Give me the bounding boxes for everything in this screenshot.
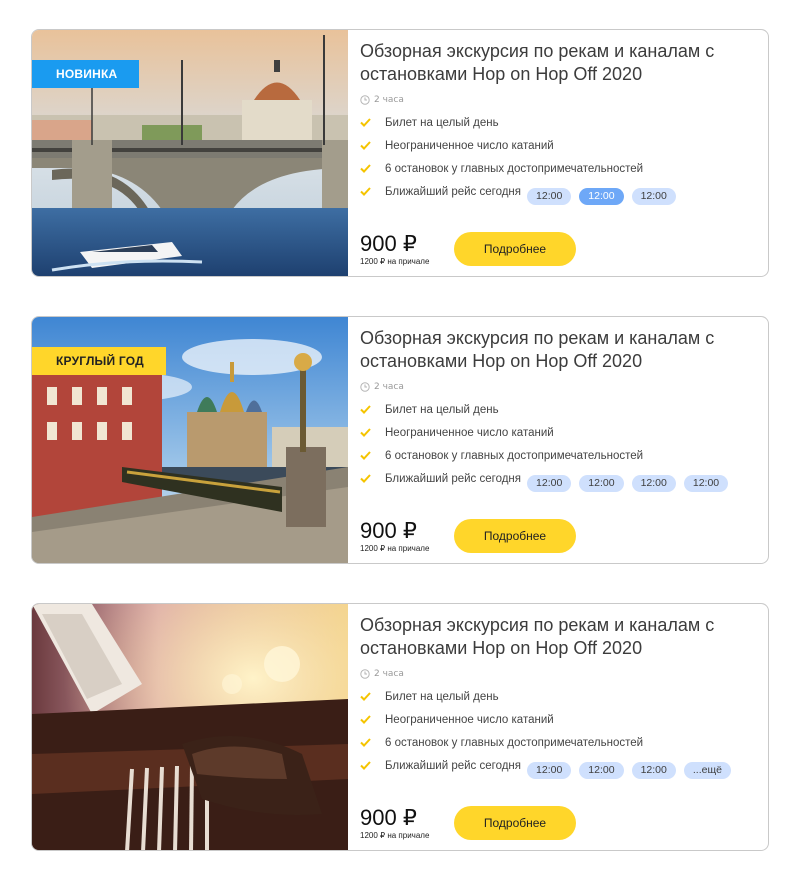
feature-item: 6 остановок у главных достопримечательно…: [360, 157, 758, 180]
feature-label: Билет на целый день: [385, 403, 499, 416]
details-button[interactable]: Подробнее: [454, 519, 576, 553]
price: 900 ₽: [360, 518, 417, 543]
feature-label: Билет на целый день: [385, 116, 499, 129]
tour-title[interactable]: Обзорная экскурсия по рекам и каналам с …: [360, 40, 740, 86]
duration: 2 часа: [360, 381, 758, 393]
check-icon: [360, 187, 371, 196]
feature-item: Билет на целый день: [360, 398, 758, 421]
duration-label: 2 часа: [374, 95, 404, 105]
check-icon: [360, 761, 371, 770]
details-button[interactable]: Подробнее: [454, 232, 576, 266]
check-icon: [360, 692, 371, 701]
tour-card[interactable]: КРУГЛЫЙ ГОД Обзорная экскурсия по рекам …: [31, 316, 769, 564]
time-slot[interactable]: 12:00: [631, 475, 676, 492]
feature-item: 6 остановок у главных достопримечательно…: [360, 444, 758, 467]
pier-price-note: 1200 ₽ на причале: [360, 831, 430, 840]
feature-label: Билет на целый день: [385, 690, 499, 703]
pier-price-note: 1200 ₽ на причале: [360, 257, 430, 266]
duration: 2 часа: [360, 668, 758, 680]
check-icon: [360, 118, 371, 127]
duration: 2 часа: [360, 94, 758, 106]
time-slot[interactable]: 12:00: [579, 475, 624, 492]
pier-price-note: 1200 ₽ на причале: [360, 544, 430, 553]
feature-label: Неограниченное число катаний: [385, 713, 554, 726]
feature-item: Ближайший рейс сегодня 12:00 12:00 12:00…: [360, 467, 758, 492]
departure-slots: 12:00 12:00 12:00 ...ещё: [527, 762, 739, 779]
price: 900 ₽: [360, 805, 417, 830]
duration-label: 2 часа: [374, 382, 404, 392]
duration-label: 2 часа: [374, 669, 404, 679]
departure-slots: 12:00 12:00 12:00: [527, 188, 684, 205]
check-icon: [360, 738, 371, 747]
clock-icon: [360, 95, 370, 105]
departure-slots: 12:00 12:00 12:00 12:00: [527, 475, 736, 492]
check-icon: [360, 451, 371, 460]
time-slot[interactable]: 12:00: [579, 762, 624, 779]
tour-image[interactable]: КРУГЛЫЙ ГОД: [32, 317, 348, 563]
feature-item: Ближайший рейс сегодня 12:00 12:00 12:00: [360, 180, 758, 205]
feature-label: 6 остановок у главных достопримечательно…: [385, 449, 644, 462]
check-icon: [360, 164, 371, 173]
feature-label: Неограниченное число катаний: [385, 139, 554, 152]
time-slot[interactable]: 12:00: [683, 475, 729, 492]
feature-item: 6 остановок у главных достопримечательно…: [360, 731, 758, 754]
time-slot[interactable]: 12:00: [631, 762, 676, 779]
tour-card[interactable]: Обзорная экскурсия по рекам и каналам с …: [31, 603, 769, 851]
details-button[interactable]: Подробнее: [454, 806, 576, 840]
feature-item: Билет на целый день: [360, 685, 758, 708]
tour-card[interactable]: НОВИНКА Обзорная экскурсия по рекам и ка…: [31, 29, 769, 277]
tour-title[interactable]: Обзорная экскурсия по рекам и каналам с …: [360, 327, 740, 373]
badge-all-year: КРУГЛЫЙ ГОД: [32, 347, 166, 375]
feature-label: Ближайший рейс сегодня: [385, 472, 522, 485]
badge-new: НОВИНКА: [32, 60, 140, 88]
time-slot[interactable]: 12:00: [527, 188, 572, 205]
time-slot[interactable]: 12:00: [631, 188, 676, 205]
more-slots-button[interactable]: ...ещё: [683, 762, 731, 779]
feature-item: Неограниченное число катаний: [360, 421, 758, 444]
feature-label: 6 остановок у главных достопримечательно…: [385, 162, 644, 175]
price: 900 ₽: [360, 231, 417, 256]
check-icon: [360, 405, 371, 414]
check-icon: [360, 428, 371, 437]
check-icon: [360, 715, 371, 724]
tour-image[interactable]: НОВИНКА: [32, 30, 348, 276]
time-slot-selected[interactable]: 12:00: [579, 188, 624, 205]
feature-item: Ближайший рейс сегодня 12:00 12:00 12:00…: [360, 754, 758, 779]
feature-label: 6 остановок у главных достопримечательно…: [385, 736, 644, 749]
feature-label: Ближайший рейс сегодня: [385, 185, 522, 198]
feature-item: Неограниченное число катаний: [360, 708, 758, 731]
check-icon: [360, 474, 371, 483]
tour-image[interactable]: [32, 604, 348, 850]
time-slot[interactable]: 12:00: [527, 762, 572, 779]
clock-icon: [360, 382, 370, 392]
feature-item: Билет на целый день: [360, 111, 758, 134]
check-icon: [360, 141, 371, 150]
clock-icon: [360, 669, 370, 679]
time-slot[interactable]: 12:00: [527, 475, 572, 492]
feature-item: Неограниченное число катаний: [360, 134, 758, 157]
tour-title[interactable]: Обзорная экскурсия по рекам и каналам с …: [360, 614, 740, 660]
feature-label: Ближайший рейс сегодня: [385, 759, 522, 772]
feature-label: Неограниченное число катаний: [385, 426, 554, 439]
